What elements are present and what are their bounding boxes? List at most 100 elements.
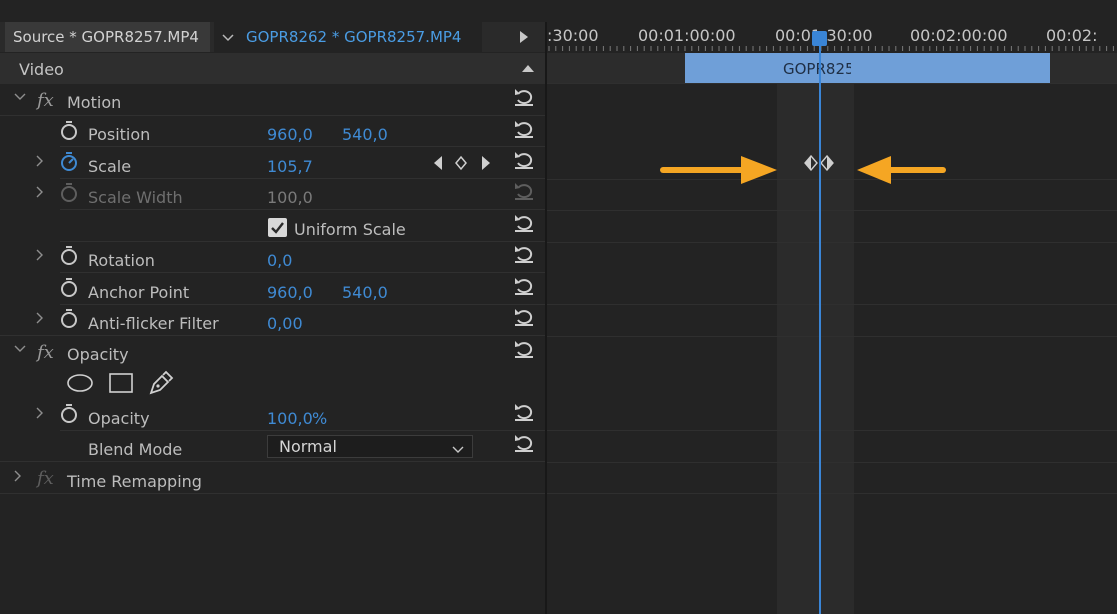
row-separator: [0, 335, 545, 336]
timeline-row-separator: [547, 462, 1117, 463]
row-blend-mode: Blend Mode Normal: [0, 431, 545, 462]
reset-icon[interactable]: [513, 213, 535, 233]
twirl-closed-icon[interactable]: [34, 185, 44, 203]
row-mask-tools: [0, 368, 545, 400]
next-keyframe-icon[interactable]: [480, 154, 492, 176]
timeline-row-separator: [547, 242, 1117, 243]
row-separator: [60, 209, 545, 210]
twirl-open-icon[interactable]: [14, 90, 26, 106]
row-motion-label: Motion: [67, 93, 122, 112]
clip-name: GOPR8257: [783, 60, 851, 78]
reset-icon[interactable]: [513, 402, 535, 422]
row-anti-flicker: Anti-flicker Filter 0,00: [0, 305, 545, 336]
twirl-closed-icon[interactable]: [12, 469, 22, 487]
reset-icon[interactable]: [513, 244, 535, 264]
opacity-unit: %: [312, 409, 328, 428]
scale-value[interactable]: 105,7: [267, 157, 313, 176]
row-scale: Scale 105,7: [0, 148, 545, 179]
stopwatch-icon[interactable]: [60, 404, 78, 424]
row-position-label: Position: [88, 125, 151, 144]
fx-icon[interactable]: fx: [37, 90, 54, 111]
reset-icon[interactable]: [513, 433, 535, 453]
clip-bar[interactable]: GOPR8257: [685, 53, 1050, 83]
twirl-open-icon[interactable]: [14, 342, 26, 358]
row-blend-mode-label: Blend Mode: [88, 440, 183, 459]
stopwatch-icon[interactable]: [60, 246, 78, 266]
uniform-scale-checkbox[interactable]: [268, 218, 287, 237]
video-header-label: Video: [19, 60, 64, 79]
reset-icon[interactable]: [513, 307, 535, 327]
playhead-handle[interactable]: [812, 31, 827, 46]
timeline-row-separator: [547, 304, 1117, 305]
fx-icon[interactable]: fx: [37, 342, 54, 363]
row-opacity-label: Opacity: [88, 409, 150, 428]
row-anti-flicker-label: Anti-flicker Filter: [88, 314, 219, 333]
row-scale-width: Scale Width 100,0: [0, 179, 545, 210]
row-scale-label: Scale: [88, 157, 132, 176]
tab-source-monitor[interactable]: Source * GOPR8257.MP4: [5, 22, 210, 52]
stopwatch-disabled-icon: [60, 183, 78, 203]
ruler-label: 00:02:: [1046, 26, 1098, 45]
tab-effect-controls-sequence[interactable]: GOPR8262 * GOPR8257.MP4: [214, 22, 482, 52]
fx-disabled-icon: fx: [37, 468, 54, 489]
uniform-scale-label: Uniform Scale: [294, 220, 406, 239]
scale-width-value: 100,0: [267, 188, 313, 207]
row-separator: [60, 272, 545, 273]
row-separator: [60, 146, 545, 147]
rotation-value[interactable]: 0,0: [267, 251, 292, 270]
row-uniform-scale: Uniform Scale: [0, 211, 545, 242]
annotation-arrow-left-icon: [855, 153, 949, 189]
effect-controls-timeline[interactable]: :30:00 00:01:00:00 00:01:30:00 00:02:00:…: [547, 22, 1117, 614]
position-x-value[interactable]: 960,0: [267, 125, 313, 144]
row-time-remapping-label: Time Remapping: [67, 472, 202, 491]
pen-mask-icon[interactable]: [148, 370, 174, 400]
twirl-closed-icon[interactable]: [34, 406, 44, 424]
twirl-closed-icon[interactable]: [34, 311, 44, 329]
anti-flicker-value[interactable]: 0,00: [267, 314, 303, 333]
play-only-clip-icon[interactable]: [520, 31, 528, 43]
keyframe-icon[interactable]: [804, 154, 818, 175]
row-separator: [0, 461, 545, 462]
row-anchor-point-label: Anchor Point: [88, 283, 190, 302]
add-keyframe-icon[interactable]: [454, 154, 468, 176]
anchor-x-value[interactable]: 960,0: [267, 283, 313, 302]
collapse-up-icon[interactable]: [522, 65, 534, 72]
twirl-closed-icon[interactable]: [34, 154, 44, 172]
timeline-row-separator: [547, 83, 1117, 84]
position-y-value[interactable]: 540,0: [342, 125, 388, 144]
row-rotation: Rotation 0,0: [0, 242, 545, 273]
stopwatch-icon[interactable]: [60, 278, 78, 298]
reset-icon[interactable]: [513, 150, 535, 170]
prev-keyframe-icon[interactable]: [432, 154, 444, 176]
timeline-row-separator: [547, 210, 1117, 211]
timeline-row-separator: [547, 336, 1117, 337]
reset-icon[interactable]: [513, 276, 535, 296]
ruler-label: 00:02:00:00: [910, 26, 1008, 45]
playhead-line[interactable]: [819, 37, 821, 614]
row-separator: [0, 493, 545, 494]
stopwatch-active-icon[interactable]: [60, 152, 78, 172]
panel-tab-bar: Source * GOPR8257.MP4 GOPR8262 * GOPR825…: [0, 22, 545, 52]
row-opacity-group-label: Opacity: [67, 345, 129, 364]
video-section-header: Video: [0, 53, 545, 84]
opacity-value[interactable]: 100,0: [267, 409, 313, 428]
reset-icon[interactable]: [513, 119, 535, 139]
stopwatch-icon[interactable]: [60, 121, 78, 141]
anchor-y-value[interactable]: 540,0: [342, 283, 388, 302]
timeline-row-separator: [547, 179, 1117, 180]
ruler-label: 00:01:00:00: [638, 26, 736, 45]
twirl-closed-icon[interactable]: [34, 248, 44, 266]
timeline-row-separator: [547, 493, 1117, 494]
time-ruler[interactable]: :30:00 00:01:00:00 00:01:30:00 00:02:00:…: [547, 22, 1117, 53]
blend-mode-selected: Normal: [279, 437, 337, 456]
reset-icon[interactable]: [513, 87, 535, 107]
row-rotation-label: Rotation: [88, 251, 155, 270]
keyframe-icon[interactable]: [820, 154, 834, 175]
chevron-down-icon: [452, 440, 464, 453]
rectangle-mask-icon[interactable]: [108, 372, 134, 398]
row-time-remapping: fx Time Remapping: [0, 463, 545, 494]
reset-icon[interactable]: [513, 339, 535, 359]
ellipse-mask-icon[interactable]: [66, 373, 94, 397]
stopwatch-icon[interactable]: [60, 309, 78, 329]
blend-mode-dropdown[interactable]: Normal: [267, 435, 473, 458]
